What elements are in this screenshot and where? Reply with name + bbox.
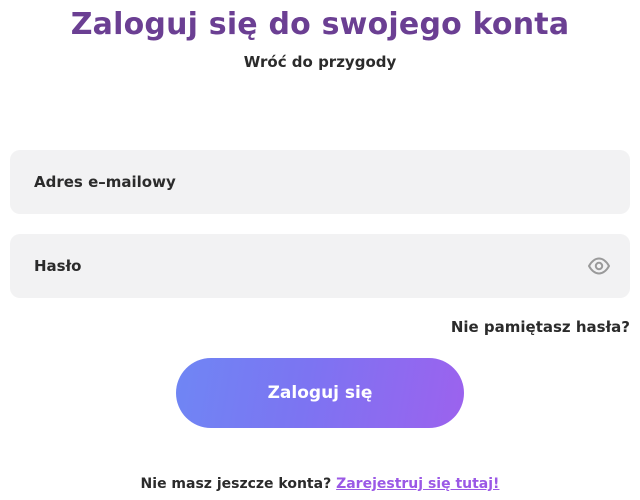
login-page: Zaloguj się do swojego konta Wróć do prz… <box>0 0 640 500</box>
eye-icon[interactable] <box>587 256 611 276</box>
forgot-password-link[interactable]: Nie pamiętasz hasła? <box>451 316 630 338</box>
register-link[interactable]: Zarejestruj się tutaj! <box>336 476 499 492</box>
email-input[interactable] <box>10 150 630 214</box>
login-button[interactable]: Zaloguj się <box>176 358 464 428</box>
password-field-container <box>10 234 630 298</box>
password-input[interactable] <box>10 234 630 298</box>
page-title: Zaloguj się do swojego konta <box>70 7 570 42</box>
register-prompt-text: Nie masz jeszcze konta? <box>140 476 332 492</box>
page-subtitle: Wróć do przygody <box>243 53 397 71</box>
register-prompt: Nie masz jeszcze konta? Zarejestruj się … <box>0 474 640 494</box>
email-field-container <box>10 150 630 214</box>
